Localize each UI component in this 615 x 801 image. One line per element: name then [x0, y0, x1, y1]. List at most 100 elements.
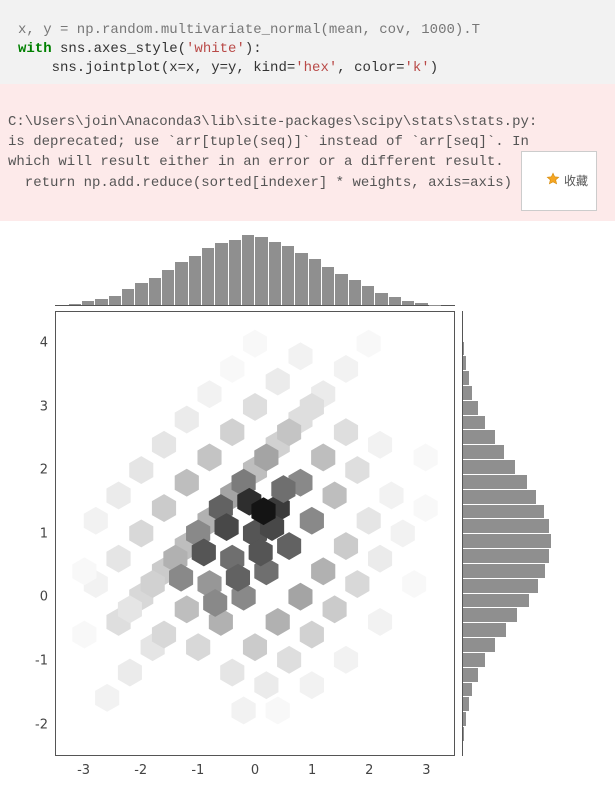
hist-bar	[189, 256, 201, 305]
hist-bar	[229, 240, 241, 305]
hist-bar	[463, 668, 478, 682]
hist-bar	[242, 235, 254, 305]
hist-bar	[463, 342, 464, 356]
hex-cell	[277, 532, 301, 560]
y-tick-label: 3	[28, 399, 48, 414]
hex-cell	[323, 482, 347, 510]
jointplot-figure: -2-101234 -3-2-10123	[0, 221, 615, 801]
hist-bar	[149, 278, 161, 306]
hist-bar	[463, 608, 517, 622]
hist-bar	[463, 475, 527, 489]
x-tick-label: -2	[134, 763, 147, 778]
hex-cell	[300, 621, 324, 649]
hex-cell	[72, 621, 96, 649]
hex-cell	[277, 646, 301, 674]
hex-cell	[266, 697, 290, 725]
hex-cell	[254, 672, 278, 700]
hist-bar	[415, 303, 427, 305]
warn-line-1: C:\Users\join\Anaconda3\lib\site-package…	[8, 114, 537, 130]
y-tick-label: -1	[28, 653, 48, 668]
y-tick-label: -2	[28, 717, 48, 732]
hex-cell	[243, 330, 267, 358]
y-tick-label: 1	[28, 526, 48, 541]
x-tick-label: 2	[365, 763, 373, 778]
hist-bar	[463, 356, 466, 370]
hex-cell	[300, 672, 324, 700]
hist-bar	[463, 445, 504, 459]
x-tick-label: 3	[422, 763, 430, 778]
hex-cell	[334, 646, 358, 674]
hist-bar	[309, 259, 321, 305]
hist-bar	[463, 683, 472, 697]
hist-bar	[463, 460, 515, 474]
hex-cell	[129, 520, 153, 548]
hex-cell	[186, 634, 210, 662]
hist-bar	[82, 301, 94, 305]
x-tick-label: 0	[251, 763, 259, 778]
warn-line-2: is deprecated; use `arr[tuple(seq)]` ins…	[8, 134, 537, 150]
hex-cell	[266, 608, 290, 636]
hist-bar	[255, 237, 267, 305]
hist-bar	[135, 283, 147, 305]
hist-bar	[463, 401, 478, 415]
hist-bar	[463, 623, 506, 637]
hex-cell	[243, 393, 267, 421]
hist-bar	[175, 262, 187, 306]
hist-bar	[463, 638, 495, 652]
hex-cell	[357, 507, 381, 535]
hex-cell	[243, 634, 267, 662]
hist-bar	[269, 242, 281, 306]
x-tick-label: -3	[77, 763, 90, 778]
hex-cell	[118, 659, 142, 687]
hist-bar	[122, 289, 134, 305]
star-icon	[526, 154, 560, 208]
hex-cell	[220, 419, 244, 447]
marginal-x-hist	[55, 233, 455, 306]
code-cell: x, y = np.random.multivariate_normal(mea…	[0, 0, 615, 84]
x-tick-label: -1	[191, 763, 204, 778]
hex-cell	[357, 330, 381, 358]
code-kw-with: with	[18, 41, 52, 57]
marginal-y-hist	[462, 311, 553, 756]
hist-bar	[463, 490, 536, 504]
hist-bar	[162, 270, 174, 305]
hex-cell	[266, 368, 290, 396]
hist-bar	[463, 727, 464, 741]
hex-cell	[334, 355, 358, 383]
hex-cell	[323, 596, 347, 624]
hex-cell	[152, 495, 176, 523]
hex-cell	[106, 545, 130, 573]
hex-cell	[345, 570, 369, 598]
hex-cell	[334, 419, 358, 447]
favorite-button[interactable]: 收藏	[521, 151, 597, 211]
code-line-0: x, y = np.random.multivariate_normal(mea…	[18, 22, 480, 38]
hex-cell	[175, 406, 199, 434]
hex-cell	[84, 507, 108, 535]
hex-cell	[288, 583, 312, 611]
y-tick-label: 4	[28, 336, 48, 351]
hist-bar	[322, 267, 334, 305]
hist-bar	[463, 505, 544, 519]
hist-bar	[463, 594, 529, 608]
hist-bar	[69, 304, 81, 306]
hex-cell	[413, 444, 437, 472]
hist-bar	[463, 549, 549, 563]
hexbin-axes	[55, 311, 455, 756]
hex-cell	[220, 355, 244, 383]
hex-cell	[311, 558, 335, 586]
hist-bar	[463, 712, 466, 726]
hist-bar	[215, 243, 227, 305]
hist-bar	[295, 253, 307, 306]
hex-cell	[232, 697, 256, 725]
y-tick-label: 0	[28, 590, 48, 605]
hist-bar	[463, 534, 551, 548]
hex-cell	[175, 596, 199, 624]
hist-bar	[109, 296, 121, 306]
hist-bar	[463, 386, 472, 400]
hist-bar	[335, 274, 347, 306]
hex-cell	[106, 482, 130, 510]
hex-cell	[220, 659, 244, 687]
hex-cell	[368, 431, 392, 459]
x-tick-label: 1	[308, 763, 316, 778]
hist-bar	[463, 430, 495, 444]
